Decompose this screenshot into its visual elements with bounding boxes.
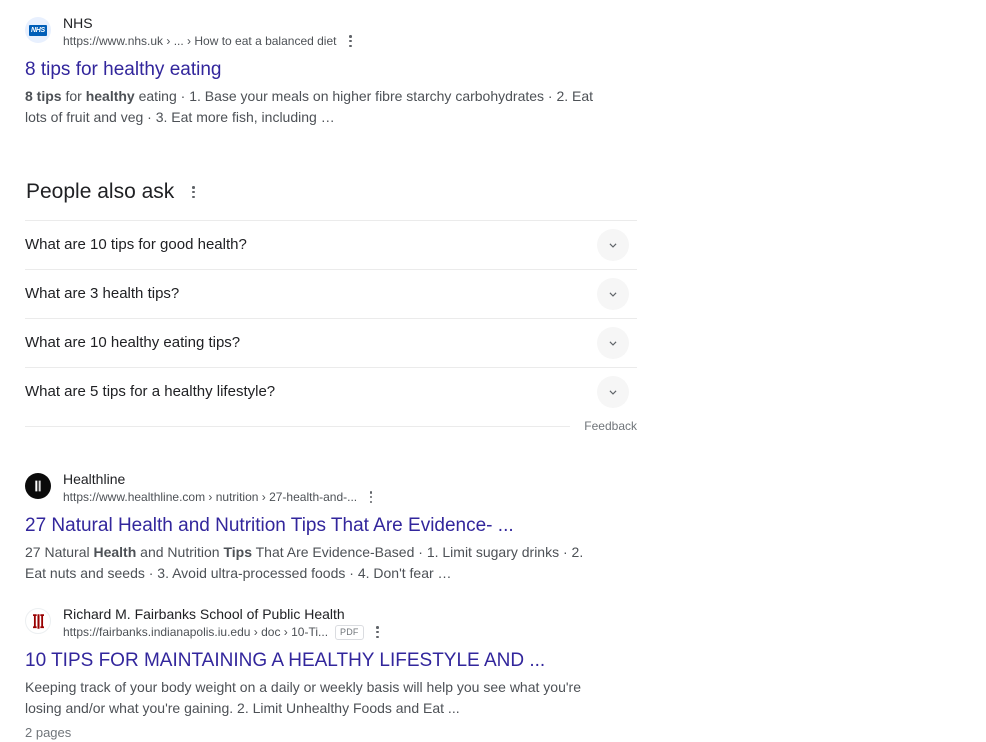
nhs-favicon-icon: NHS <box>25 17 51 43</box>
search-result-healthline: Healthline https://www.healthline.com › … <box>25 470 597 584</box>
search-result-nhs: NHS NHS https://www.nhs.uk › ... › How t… <box>25 14 597 128</box>
result-title-link[interactable]: 8 tips for healthy eating <box>25 57 597 82</box>
snippet-text-a: 27 Natural <box>25 544 94 560</box>
chevron-down-icon[interactable] <box>597 327 629 359</box>
result-options-kebab-icon[interactable] <box>343 34 357 48</box>
snippet-bold-term-2: healthy <box>85 88 135 104</box>
search-result-fairbanks: Richard M. Fairbanks School of Public He… <box>25 605 597 742</box>
result-snippet: 8 tips for healthy eating · 1. Base your… <box>25 86 597 128</box>
search-results-page: NHS NHS https://www.nhs.uk › ... › How t… <box>0 0 986 742</box>
snippet-text-b: and Nutrition <box>136 544 224 560</box>
paa-question-row[interactable]: What are 10 healthy eating tips? <box>25 319 637 368</box>
site-meta: NHS https://www.nhs.uk › ... › How to ea… <box>63 14 357 49</box>
snippet-ellipsis: … <box>437 565 452 581</box>
snippet-bold-term-2: Tips <box>223 544 252 560</box>
page-count-label: 2 pages <box>25 725 72 740</box>
pdf-file-badge: PDF <box>335 624 364 640</box>
site-name: Richard M. Fairbanks School of Public He… <box>63 606 345 622</box>
url-row: https://fairbanks.indianapolis.iu.edu › … <box>63 624 385 640</box>
indiana-university-favicon-icon <box>25 608 51 634</box>
paa-question-label: What are 3 health tips? <box>25 285 180 302</box>
paa-heading: People also ask <box>26 180 175 203</box>
chevron-down-icon[interactable] <box>597 278 629 310</box>
result-url: https://www.nhs.uk › ... › How to eat a … <box>63 34 337 48</box>
url-row: https://www.healthline.com › nutrition ›… <box>63 489 378 505</box>
result-options-kebab-icon[interactable] <box>364 490 378 504</box>
paa-question-label: What are 10 healthy eating tips? <box>25 334 241 351</box>
snippet-bold-term: Health <box>93 544 137 560</box>
paa-divider <box>25 426 570 427</box>
paa-question-row[interactable]: What are 10 tips for good health? <box>25 221 637 270</box>
paa-question-row[interactable]: What are 5 tips for a healthy lifestyle? <box>25 368 637 416</box>
paa-footer: Feedback <box>25 416 637 438</box>
site-name: Healthline <box>63 471 126 487</box>
snippet-bold-term: 8 tips <box>25 88 62 104</box>
result-snippet: 27 Natural Health and Nutrition Tips Tha… <box>25 542 597 584</box>
result-title-link[interactable]: 27 Natural Health and Nutrition Tips Tha… <box>25 513 597 538</box>
paa-question-label: What are 10 tips for good health? <box>25 236 247 253</box>
snippet-ellipsis: … <box>320 109 335 125</box>
paa-question-row[interactable]: What are 3 health tips? <box>25 270 637 319</box>
snippet-text-a: for <box>61 88 86 104</box>
healthline-favicon-icon <box>25 473 51 499</box>
result-header: Healthline https://www.healthline.com › … <box>25 470 597 505</box>
chevron-down-icon[interactable] <box>597 229 629 261</box>
site-meta: Richard M. Fairbanks School of Public He… <box>63 605 385 640</box>
paa-header: People also ask <box>25 178 637 206</box>
site-name: NHS <box>63 15 93 31</box>
result-header: NHS NHS https://www.nhs.uk › ... › How t… <box>25 14 597 49</box>
result-options-kebab-icon[interactable] <box>371 625 385 639</box>
people-also-ask-section: People also ask What are 10 tips for goo… <box>25 178 637 438</box>
result-header: Richard M. Fairbanks School of Public He… <box>25 605 597 640</box>
chevron-down-icon[interactable] <box>597 376 629 408</box>
paa-list: What are 10 tips for good health? What a… <box>25 220 637 416</box>
nhs-logo-text: NHS <box>29 24 47 36</box>
paa-options-kebab-icon[interactable] <box>186 185 200 199</box>
paa-question-label: What are 5 tips for a healthy lifestyle? <box>25 383 276 400</box>
feedback-link[interactable]: Feedback <box>584 418 637 434</box>
result-title-link[interactable]: 10 TIPS FOR MAINTAINING A HEALTHY LIFEST… <box>25 648 597 673</box>
result-url: https://fairbanks.indianapolis.iu.edu › … <box>63 625 329 639</box>
result-snippet: Keeping track of your body weight on a d… <box>25 679 581 716</box>
result-url: https://www.healthline.com › nutrition ›… <box>63 490 358 504</box>
url-row: https://www.nhs.uk › ... › How to eat a … <box>63 33 357 49</box>
site-meta: Healthline https://www.healthline.com › … <box>63 470 378 505</box>
